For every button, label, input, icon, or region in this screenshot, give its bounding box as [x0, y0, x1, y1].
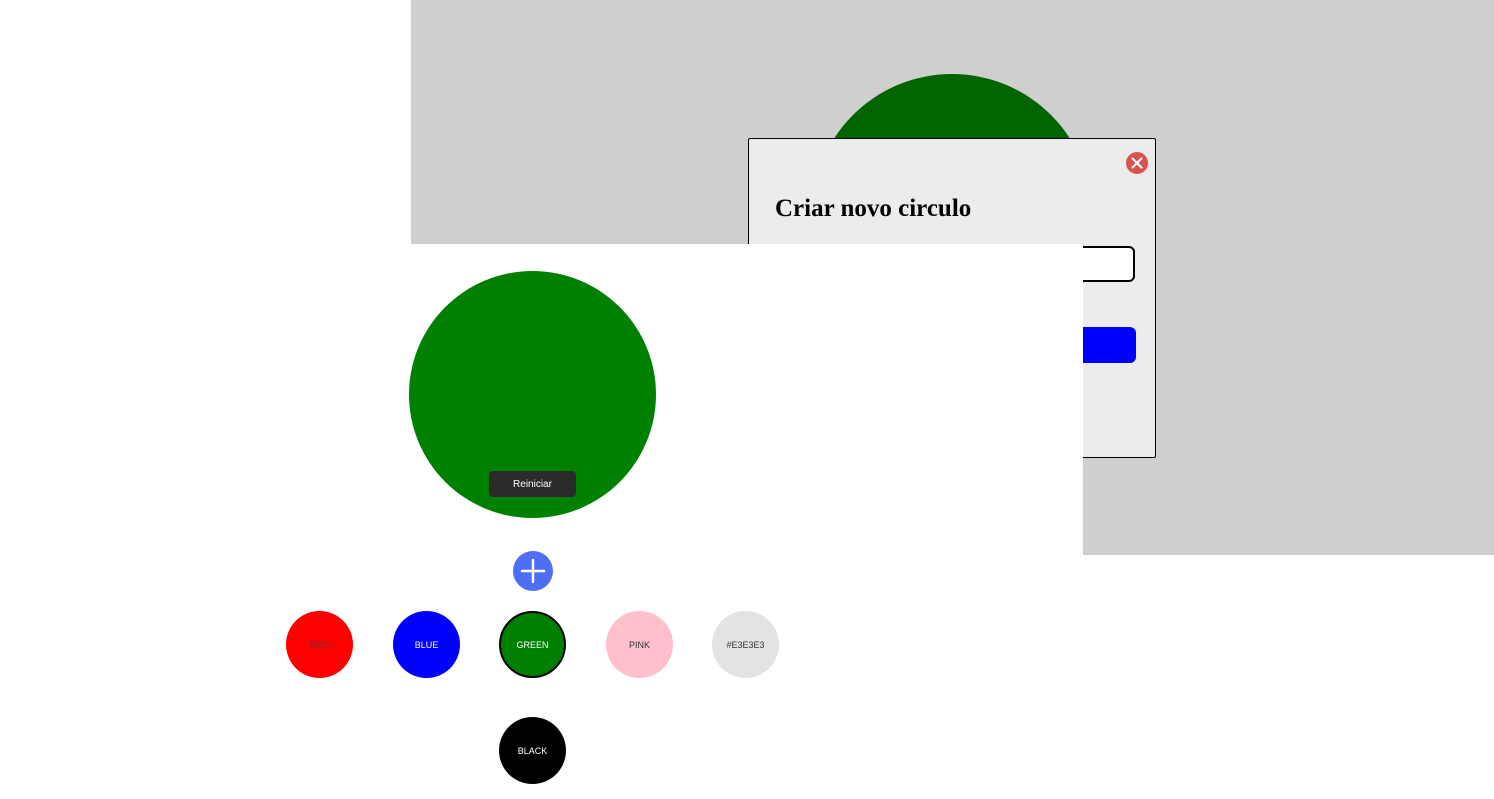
app-stage: Criar novo circulo Reiniciar RED BLUE GR… — [0, 0, 1494, 799]
swatch-blue[interactable]: BLUE — [393, 611, 460, 678]
swatch-label: BLACK — [517, 745, 548, 756]
close-icon — [1131, 157, 1143, 169]
swatch-black[interactable]: BLACK — [499, 717, 566, 784]
plus-icon — [520, 558, 546, 584]
swatch-red[interactable]: RED — [286, 611, 353, 678]
close-button[interactable] — [1126, 152, 1148, 174]
swatch-label: RED — [309, 639, 329, 650]
swatch-label: BLUE — [414, 639, 439, 650]
swatch-label: #E3E3E3 — [726, 639, 765, 650]
swatch-label: GREEN — [516, 639, 549, 650]
swatch-label: PINK — [628, 639, 650, 650]
modal-title: Criar novo circulo — [775, 195, 972, 222]
swatch-green[interactable]: GREEN — [499, 611, 566, 678]
reset-button[interactable]: Reiniciar — [489, 471, 576, 497]
swatch-light-gray[interactable]: #E3E3E3 — [712, 611, 779, 678]
add-circle-button[interactable] — [513, 551, 553, 591]
swatch-pink[interactable]: PINK — [606, 611, 673, 678]
